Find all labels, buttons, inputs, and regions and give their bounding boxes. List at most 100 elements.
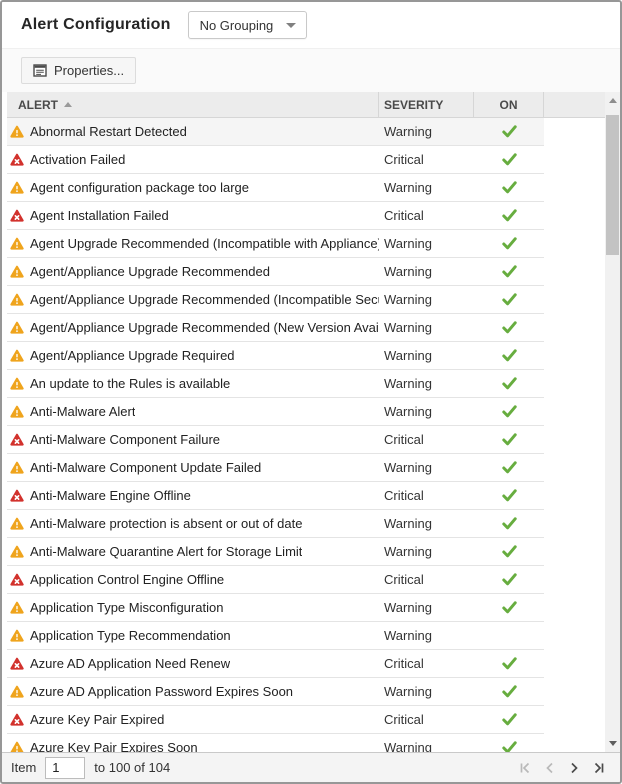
- table-row[interactable]: Agent/Appliance Upgrade Recommended Warn…: [7, 258, 544, 286]
- severity-value: Critical: [379, 146, 474, 173]
- severity-value: Warning: [379, 398, 474, 425]
- warning-severity-icon: [10, 265, 24, 278]
- on-checkmark-icon: [502, 349, 517, 362]
- table-row[interactable]: Anti-Malware protection is absent or out…: [7, 510, 544, 538]
- item-number-input[interactable]: [45, 757, 85, 779]
- scroll-down-icon[interactable]: [605, 735, 620, 752]
- properties-button[interactable]: Properties...: [21, 57, 136, 84]
- on-cell: [474, 454, 544, 481]
- on-checkmark-icon: [502, 517, 517, 530]
- last-page-button[interactable]: [589, 757, 610, 778]
- alert-name: Azure AD Application Need Renew: [30, 656, 230, 671]
- pager-controls: [514, 757, 611, 778]
- table-row[interactable]: Activation Failed Critical: [7, 146, 544, 174]
- alert-name: Agent/Appliance Upgrade Recommended: [30, 264, 270, 279]
- warning-severity-icon: [10, 321, 24, 334]
- table-row[interactable]: Agent/Appliance Upgrade Recommended (Inc…: [7, 286, 544, 314]
- table-row[interactable]: Agent configuration package too large Wa…: [7, 174, 544, 202]
- severity-value: Warning: [379, 370, 474, 397]
- properties-icon: [33, 64, 47, 77]
- on-cell: [474, 678, 544, 705]
- critical-severity-icon: [10, 573, 24, 586]
- table-row[interactable]: Anti-Malware Quarantine Alert for Storag…: [7, 538, 544, 566]
- table-row[interactable]: Anti-Malware Engine Offline Critical: [7, 482, 544, 510]
- on-checkmark-icon: [502, 181, 517, 194]
- table-row[interactable]: Azure AD Application Need Renew Critical: [7, 650, 544, 678]
- severity-value: Warning: [379, 286, 474, 313]
- table-row[interactable]: Azure Key Pair Expires Soon Warning: [7, 734, 544, 752]
- column-header-severity[interactable]: SEVERITY: [378, 92, 473, 117]
- next-page-button[interactable]: [564, 757, 585, 778]
- vertical-scrollbar[interactable]: [605, 92, 620, 752]
- severity-value: Critical: [379, 650, 474, 677]
- on-cell: [474, 230, 544, 257]
- table-row[interactable]: Agent Upgrade Recommended (Incompatible …: [7, 230, 544, 258]
- on-cell: [474, 314, 544, 341]
- table-row[interactable]: Application Control Engine Offline Criti…: [7, 566, 544, 594]
- on-checkmark-icon: [502, 461, 517, 474]
- critical-severity-icon: [10, 153, 24, 166]
- on-checkmark-icon: [502, 545, 517, 558]
- grouping-dropdown[interactable]: No Grouping: [188, 11, 308, 39]
- on-cell: [474, 202, 544, 229]
- column-header-filler: [543, 92, 607, 117]
- toolbar: Properties...: [2, 48, 620, 92]
- table-row[interactable]: Azure Key Pair Expired Critical: [7, 706, 544, 734]
- table-row[interactable]: Azure AD Application Password Expires So…: [7, 678, 544, 706]
- scroll-up-icon[interactable]: [605, 92, 620, 109]
- on-checkmark-icon: [502, 377, 517, 390]
- table-row[interactable]: Agent Installation Failed Critical: [7, 202, 544, 230]
- severity-value: Critical: [379, 706, 474, 733]
- column-header-on[interactable]: ON: [473, 92, 543, 117]
- on-checkmark-icon: [502, 685, 517, 698]
- severity-value: Warning: [379, 258, 474, 285]
- on-cell: [474, 734, 544, 752]
- table-row[interactable]: Application Type Recommendation Warning: [7, 622, 544, 650]
- table-row[interactable]: Anti-Malware Alert Warning: [7, 398, 544, 426]
- alert-name: Application Control Engine Offline: [30, 572, 224, 587]
- alert-name: Anti-Malware Component Update Failed: [30, 460, 261, 475]
- table-header-row: ALERT SEVERITY ON: [7, 92, 607, 118]
- on-cell: [474, 398, 544, 425]
- warning-severity-icon: [10, 545, 24, 558]
- alert-name: Anti-Malware Alert: [30, 404, 135, 419]
- warning-severity-icon: [10, 517, 24, 530]
- chevron-down-icon: [286, 23, 296, 28]
- column-header-alert[interactable]: ALERT: [7, 92, 378, 117]
- table-row[interactable]: Anti-Malware Component Failure Critical: [7, 426, 544, 454]
- item-range-text: to 100 of 104: [94, 760, 170, 775]
- table-row[interactable]: An update to the Rules is available Warn…: [7, 370, 544, 398]
- table-row[interactable]: Anti-Malware Component Update Failed War…: [7, 454, 544, 482]
- warning-severity-icon: [10, 237, 24, 250]
- alert-name: Azure Key Pair Expired: [30, 712, 164, 727]
- on-cell: [474, 146, 544, 173]
- alert-name: Agent Installation Failed: [30, 208, 169, 223]
- on-cell: [474, 538, 544, 565]
- severity-value: Warning: [379, 314, 474, 341]
- severity-value: Warning: [379, 594, 474, 621]
- on-cell: [474, 482, 544, 509]
- alert-name: Application Type Recommendation: [30, 628, 231, 643]
- table-row[interactable]: Agent/Appliance Upgrade Required Warning: [7, 342, 544, 370]
- title-bar: Alert Configuration No Grouping: [2, 2, 620, 48]
- on-cell: [474, 286, 544, 313]
- warning-severity-icon: [10, 685, 24, 698]
- alert-name: Azure AD Application Password Expires So…: [30, 684, 293, 699]
- on-checkmark-icon: [502, 657, 517, 670]
- warning-severity-icon: [10, 461, 24, 474]
- on-cell: [474, 650, 544, 677]
- grouping-dropdown-value: No Grouping: [200, 18, 274, 33]
- table-row[interactable]: Abnormal Restart Detected Warning: [7, 118, 544, 146]
- scrollbar-thumb[interactable]: [606, 115, 619, 255]
- first-page-button[interactable]: [514, 757, 535, 778]
- on-cell: [474, 594, 544, 621]
- alert-configuration-window: Alert Configuration No Grouping Properti…: [0, 0, 622, 784]
- alert-name: Agent/Appliance Upgrade Required: [30, 348, 235, 363]
- table-row[interactable]: Application Type Misconfiguration Warnin…: [7, 594, 544, 622]
- previous-page-button[interactable]: [539, 757, 560, 778]
- on-checkmark-icon: [502, 713, 517, 726]
- table-row[interactable]: Agent/Appliance Upgrade Recommended (New…: [7, 314, 544, 342]
- pagination-footer: Item to 100 of 104: [2, 752, 620, 782]
- on-checkmark-icon: [502, 265, 517, 278]
- alert-name: Agent/Appliance Upgrade Recommended (Inc…: [30, 292, 379, 307]
